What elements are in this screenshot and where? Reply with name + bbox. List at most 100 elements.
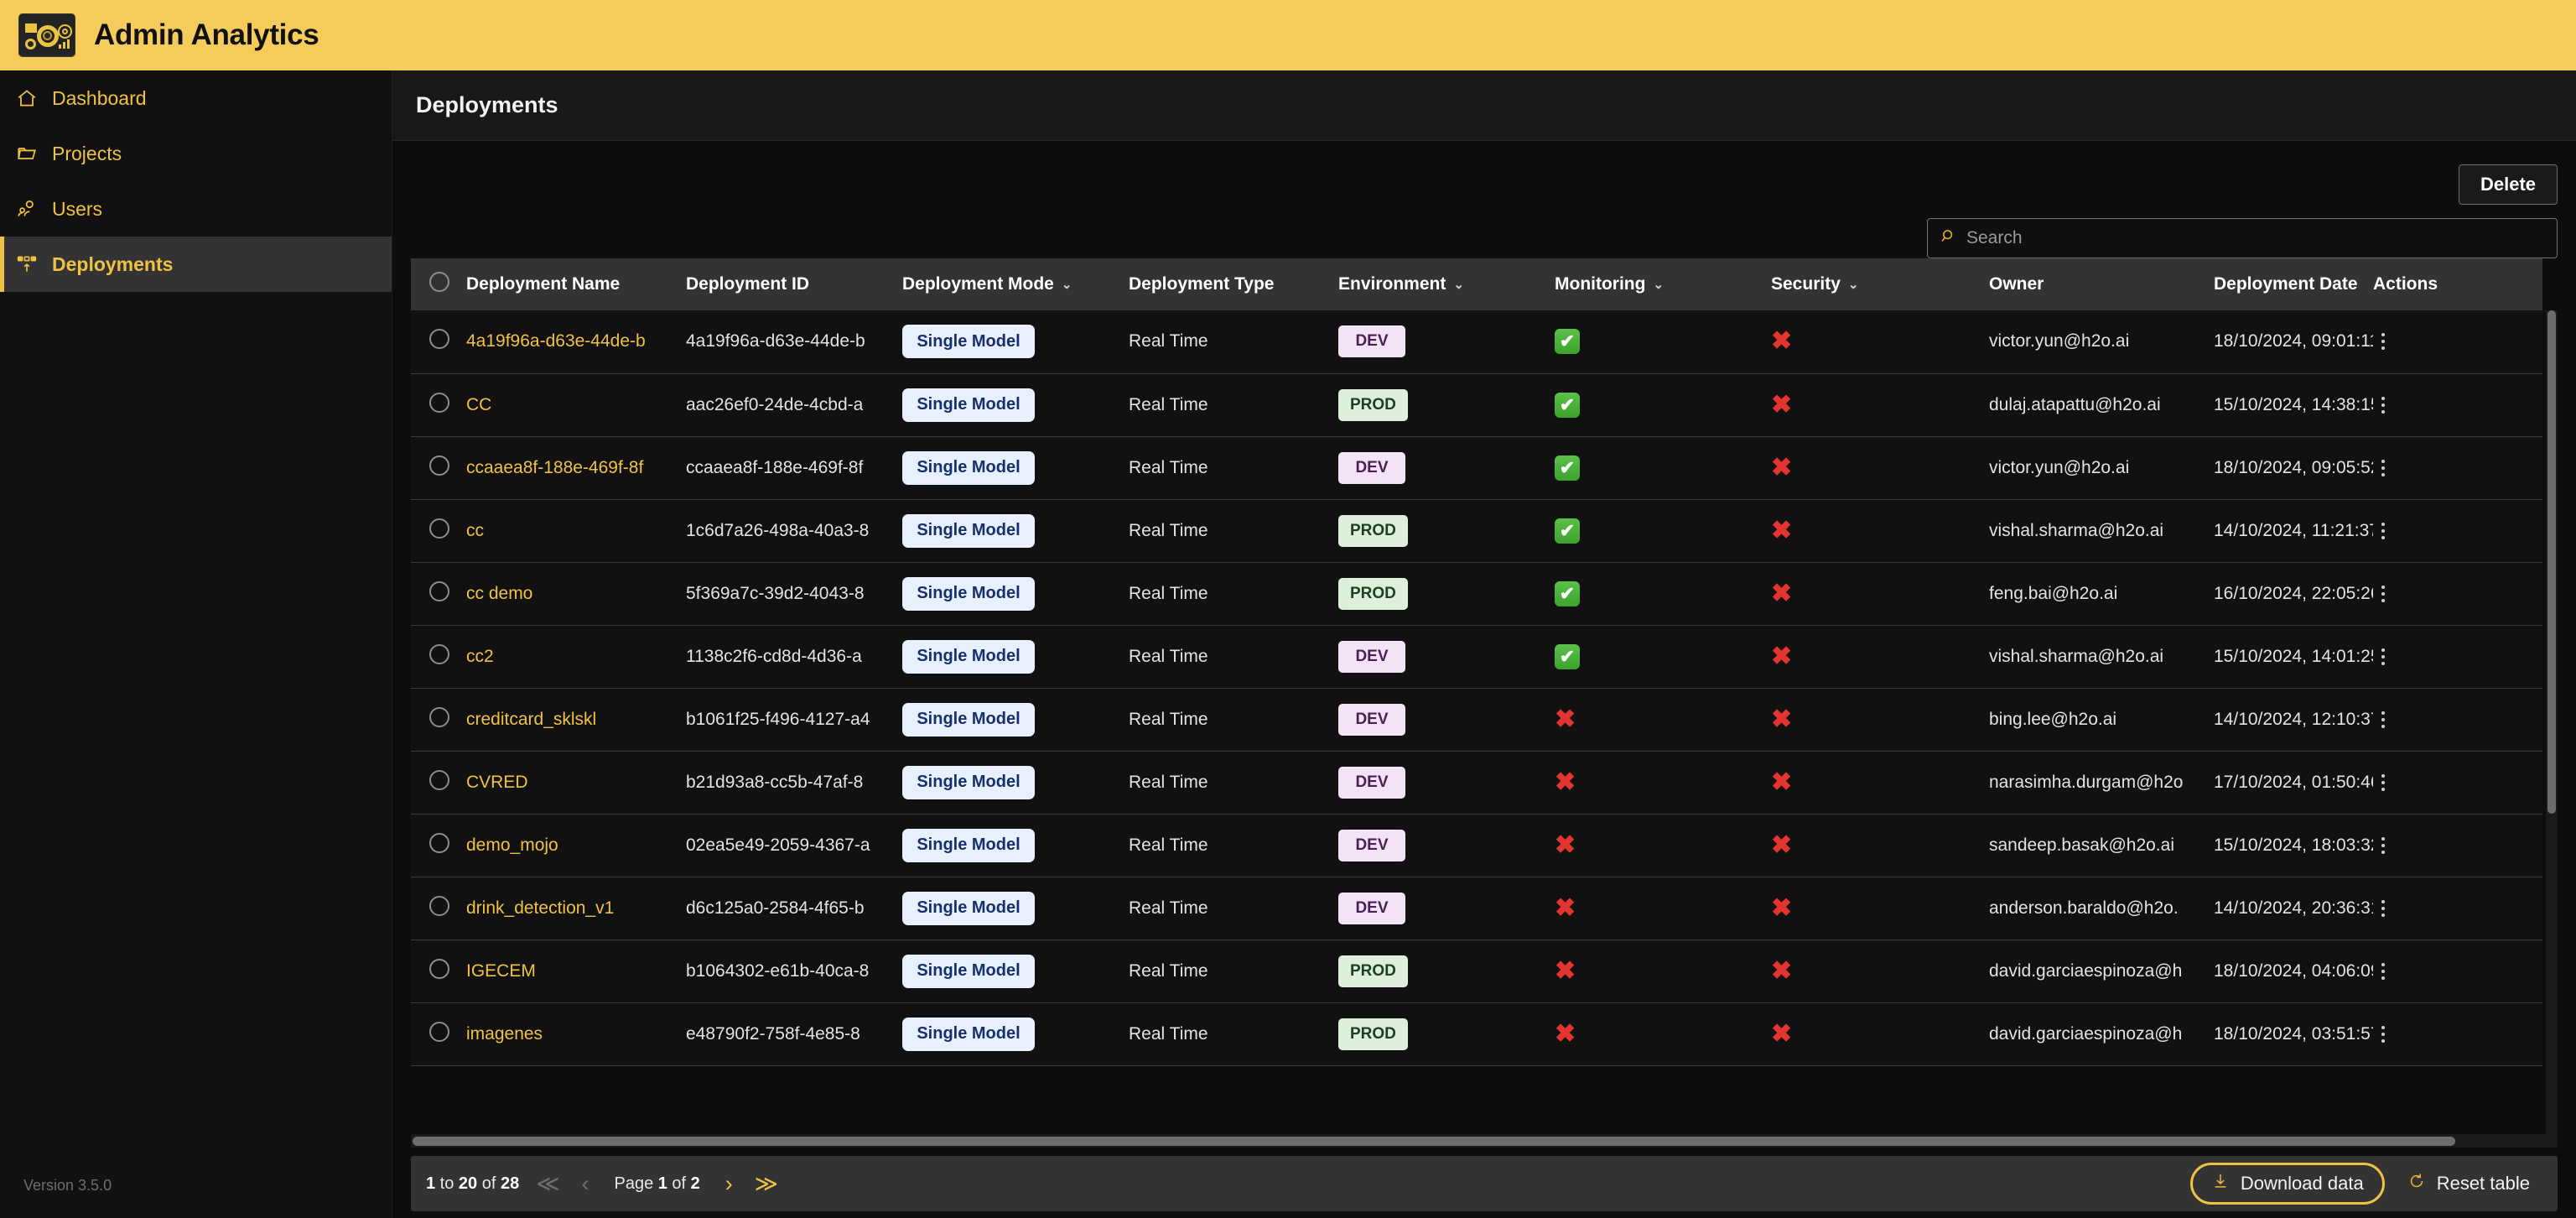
row-actions-menu-icon[interactable] [2373,1025,2393,1043]
row-select-radio-icon[interactable] [429,958,449,979]
row-select-radio-icon[interactable] [429,392,449,413]
row-select-cell[interactable] [411,562,466,625]
row-actions-menu-icon[interactable] [2373,396,2393,414]
row-select-cell[interactable] [411,814,466,877]
chevron-down-icon[interactable]: ⌄ [1653,278,1664,291]
row-select-cell[interactable] [411,373,466,436]
column-header-date[interactable]: Deployment Date [2214,258,2373,310]
row-actions-menu-icon[interactable] [2373,899,2393,917]
scrollbar-thumb[interactable] [2547,310,2556,814]
row-select-cell[interactable] [411,688,466,751]
row-actions-menu-icon[interactable] [2373,836,2393,854]
deployment-name-link[interactable]: demo_mojo [466,835,558,855]
row-select-radio-icon[interactable] [429,832,449,853]
table-row[interactable]: cc 1c6d7a26-498a-40a3-8 Single Model Real T… [411,499,2542,562]
cell-actions[interactable] [2373,940,2542,1002]
first-page-button[interactable]: ≪ [531,1172,564,1195]
column-header-monitoring[interactable]: Monitoring ⌄ [1555,258,1771,310]
cell-actions[interactable] [2373,562,2542,625]
cell-deployment-name[interactable]: cc demo [466,562,686,625]
row-actions-menu-icon[interactable] [2373,648,2393,665]
cell-deployment-name[interactable]: 4a19f96a-d63e-44de-b [466,310,686,373]
cell-actions[interactable] [2373,814,2542,877]
column-header-type[interactable]: Deployment Type [1129,258,1338,310]
row-select-cell[interactable] [411,940,466,1002]
cell-actions[interactable] [2373,436,2542,499]
cell-deployment-name[interactable]: CVRED [466,751,686,814]
cell-deployment-name[interactable]: CC [466,373,686,436]
row-select-cell[interactable] [411,625,466,688]
download-data-button[interactable]: Download data [2189,1163,2385,1205]
delete-button[interactable]: Delete [2459,164,2558,205]
cell-actions[interactable] [2373,1002,2542,1065]
row-select-radio-icon[interactable] [429,706,449,727]
scrollbar-thumb[interactable] [413,1137,2455,1146]
deployment-name-link[interactable]: creditcard_sklskl [466,710,596,729]
row-select-radio-icon[interactable] [429,518,449,539]
search-box[interactable] [1927,218,2558,258]
row-actions-menu-icon[interactable] [2373,522,2393,539]
row-select-radio-icon[interactable] [429,455,449,476]
cell-actions[interactable] [2373,499,2542,562]
column-header-security[interactable]: Security ⌄ [1771,258,1989,310]
cell-deployment-name[interactable]: drink_detection_v1 [466,877,686,940]
row-select-radio-icon[interactable] [429,769,449,790]
row-select-cell[interactable] [411,310,466,373]
cell-deployment-name[interactable]: cc2 [466,625,686,688]
table-row[interactable]: CC aac26ef0-24de-4cbd-a Single Model Real T… [411,373,2542,436]
row-select-cell[interactable] [411,751,466,814]
table-row[interactable]: drink_detection_v1 d6c125a0-2584-4f65-b Si… [411,877,2542,940]
cell-deployment-name[interactable]: demo_mojo [466,814,686,877]
table-row[interactable]: ccaaea8f-188e-469f-8f ccaaea8f-188e-469f-… [411,436,2542,499]
row-select-cell[interactable] [411,436,466,499]
next-page-button[interactable]: › [720,1172,738,1195]
table-row[interactable]: cc demo 5f369a7c-39d2-4043-8 Single Model R… [411,562,2542,625]
table-horizontal-scrollbar[interactable] [411,1134,2546,1148]
deployment-name-link[interactable]: imagenes [466,1024,543,1044]
deployment-name-link[interactable]: ccaaea8f-188e-469f-8f [466,458,643,477]
previous-page-button[interactable]: ‹ [576,1172,594,1195]
cell-actions[interactable] [2373,877,2542,940]
deployment-name-link[interactable]: cc demo [466,584,532,603]
deployment-name-link[interactable]: cc2 [466,647,494,666]
row-select-radio-icon[interactable] [429,329,449,350]
deployment-name-link[interactable]: cc [466,521,484,540]
deployment-name-link[interactable]: IGECEM [466,961,536,981]
cell-actions[interactable] [2373,373,2542,436]
table-row[interactable]: cc2 1138c2f6-cd8d-4d36-a Single Model Real … [411,625,2542,688]
sidebar-item-projects[interactable]: Projects [0,126,392,181]
row-select-radio-icon[interactable] [429,895,449,916]
table-row[interactable]: CVRED b21d93a8-cc5b-47af-8 Single Model Rea… [411,751,2542,814]
row-select-cell[interactable] [411,877,466,940]
table-row[interactable]: IGECEM b1064302-e61b-40ca-8 Single Model Re… [411,940,2542,1002]
chevron-down-icon[interactable]: ⌄ [1453,278,1464,291]
row-actions-menu-icon[interactable] [2373,962,2393,980]
sidebar-item-dashboard[interactable]: Dashboard [0,70,392,126]
deployment-name-link[interactable]: CVRED [466,773,528,792]
row-select-cell[interactable] [411,499,466,562]
sidebar-item-users[interactable]: Users [0,181,392,237]
cell-deployment-name[interactable]: imagenes [466,1002,686,1065]
row-actions-menu-icon[interactable] [2373,333,2393,351]
cell-actions[interactable] [2373,625,2542,688]
row-select-radio-icon[interactable] [429,580,449,601]
table-vertical-scrollbar[interactable] [2546,310,2558,1148]
cell-deployment-name[interactable]: cc [466,499,686,562]
cell-actions[interactable] [2373,310,2542,373]
select-all-radio-icon[interactable] [429,272,449,292]
column-header-name[interactable]: Deployment Name [466,258,686,310]
cell-deployment-name[interactable]: IGECEM [466,940,686,1002]
row-actions-menu-icon[interactable] [2373,773,2393,791]
last-page-button[interactable]: ≫ [750,1172,783,1195]
select-all-cell[interactable] [411,258,466,310]
sidebar-item-deployments[interactable]: Deployments [0,237,392,292]
row-select-cell[interactable] [411,1002,466,1065]
cell-deployment-name[interactable]: creditcard_sklskl [466,688,686,751]
deployment-name-link[interactable]: CC [466,395,491,414]
column-header-id[interactable]: Deployment ID [686,258,902,310]
row-actions-menu-icon[interactable] [2373,710,2393,728]
table-row[interactable]: creditcard_sklskl b1061f25-f496-4127-a4 Si… [411,688,2542,751]
column-header-owner[interactable]: Owner [1989,258,2214,310]
column-header-mode[interactable]: Deployment Mode ⌄ [902,258,1129,310]
deployment-name-link[interactable]: drink_detection_v1 [466,898,614,918]
